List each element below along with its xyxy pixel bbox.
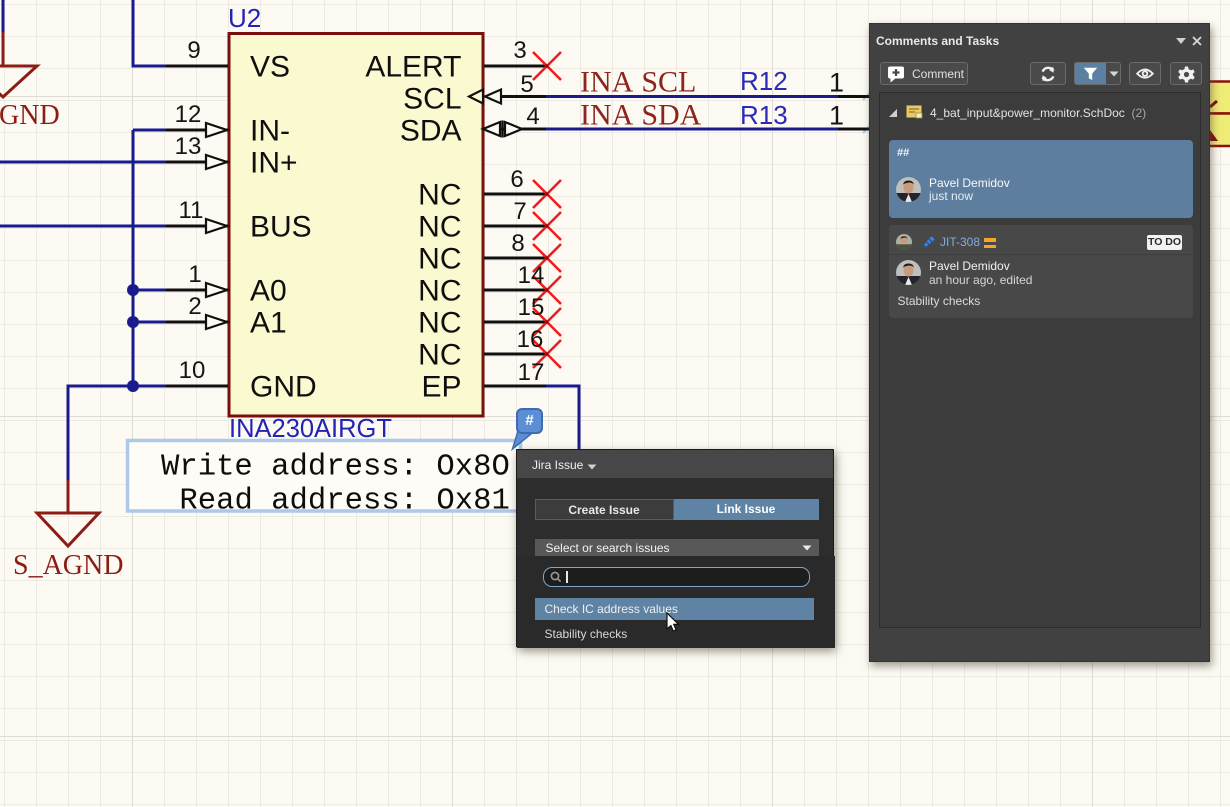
svg-text:U2: U2	[228, 3, 261, 33]
svg-text:SCL: SCL	[403, 83, 461, 116]
svg-text:1: 1	[829, 68, 844, 98]
svg-text:IN-: IN-	[250, 115, 290, 148]
svg-text:3: 3	[513, 37, 526, 64]
svg-text:EP: EP	[421, 371, 461, 404]
svg-text:NC: NC	[418, 179, 461, 212]
svg-text:1: 1	[829, 101, 844, 131]
svg-text:NC: NC	[418, 275, 461, 308]
svg-text:12: 12	[175, 101, 202, 128]
svg-text:R13: R13	[740, 100, 788, 130]
svg-text:VS: VS	[250, 51, 290, 84]
svg-text:2: 2	[188, 293, 201, 320]
svg-text:8: 8	[511, 230, 524, 257]
svg-text:NC: NC	[418, 211, 461, 244]
svg-text:11: 11	[179, 197, 204, 224]
svg-text:S_AGND: S_AGND	[13, 550, 123, 581]
svg-text:6: 6	[510, 166, 523, 193]
svg-text:BUS: BUS	[250, 211, 312, 244]
svg-text:Write address: Ox8O: Write address: Ox8O	[161, 451, 510, 485]
svg-text:R12: R12	[740, 66, 788, 96]
svg-text:ALERT: ALERT	[365, 51, 461, 84]
svg-text:7: 7	[513, 198, 526, 225]
svg-text:5: 5	[520, 71, 533, 98]
svg-text:16: 16	[517, 326, 544, 353]
svg-text:SDA: SDA	[400, 115, 462, 148]
svg-text:14: 14	[518, 262, 545, 289]
svg-text:17: 17	[518, 359, 545, 386]
svg-text:A1: A1	[250, 307, 287, 340]
svg-text:NC: NC	[418, 339, 461, 372]
svg-text:A0: A0	[250, 275, 287, 308]
svg-text:GND: GND	[250, 371, 317, 404]
svg-text:4: 4	[526, 103, 539, 130]
svg-text:15: 15	[518, 294, 545, 321]
svg-text:10: 10	[179, 357, 206, 384]
svg-text:INASCL: INA SCL	[580, 66, 696, 99]
svg-text:NC: NC	[418, 243, 461, 276]
svg-text:INASDA: INA SDA	[580, 99, 702, 132]
svg-text:GND: GND	[0, 100, 60, 131]
svg-text:9: 9	[187, 37, 200, 64]
svg-text:13: 13	[175, 133, 202, 160]
svg-text:1: 1	[188, 261, 201, 288]
svg-text:NC: NC	[418, 307, 461, 340]
svg-text:Read address: Ox81: Read address: Ox81	[179, 485, 509, 519]
svg-text:IN+: IN+	[250, 147, 298, 180]
